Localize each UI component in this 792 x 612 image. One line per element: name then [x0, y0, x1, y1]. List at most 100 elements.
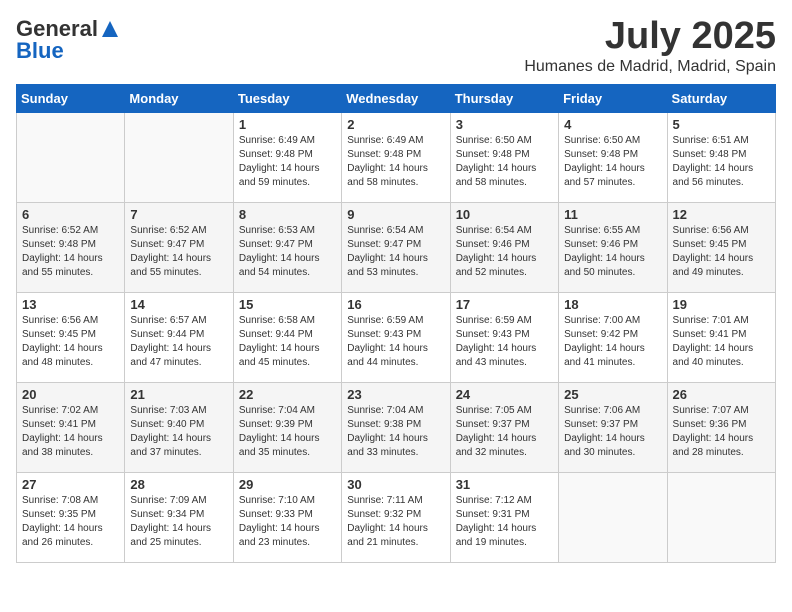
weekday-header-row: SundayMondayTuesdayWednesdayThursdayFrid… [17, 84, 776, 112]
day-number: 4 [564, 117, 661, 132]
day-number: 29 [239, 477, 336, 492]
day-info: Sunrise: 6:54 AMSunset: 9:47 PMDaylight:… [347, 225, 428, 278]
calendar-cell: 10 Sunrise: 6:54 AMSunset: 9:46 PMDaylig… [450, 202, 558, 292]
calendar-cell: 13 Sunrise: 6:56 AMSunset: 9:45 PMDaylig… [17, 292, 125, 382]
day-info: Sunrise: 7:04 AMSunset: 9:39 PMDaylight:… [239, 405, 320, 458]
logo-blue-text: Blue [16, 38, 64, 64]
day-info: Sunrise: 7:11 AMSunset: 9:32 PMDaylight:… [347, 495, 428, 548]
weekday-header: Thursday [450, 84, 558, 112]
day-info: Sunrise: 6:59 AMSunset: 9:43 PMDaylight:… [456, 315, 537, 368]
calendar-cell: 29 Sunrise: 7:10 AMSunset: 9:33 PMDaylig… [233, 472, 341, 562]
calendar-cell: 25 Sunrise: 7:06 AMSunset: 9:37 PMDaylig… [559, 382, 667, 472]
day-info: Sunrise: 7:03 AMSunset: 9:40 PMDaylight:… [130, 405, 211, 458]
day-info: Sunrise: 6:49 AMSunset: 9:48 PMDaylight:… [239, 135, 320, 188]
weekday-header: Sunday [17, 84, 125, 112]
weekday-header: Wednesday [342, 84, 450, 112]
calendar-cell: 24 Sunrise: 7:05 AMSunset: 9:37 PMDaylig… [450, 382, 558, 472]
day-number: 5 [673, 117, 770, 132]
day-info: Sunrise: 6:53 AMSunset: 9:47 PMDaylight:… [239, 225, 320, 278]
day-info: Sunrise: 7:04 AMSunset: 9:38 PMDaylight:… [347, 405, 428, 458]
day-number: 15 [239, 297, 336, 312]
calendar-cell: 5 Sunrise: 6:51 AMSunset: 9:48 PMDayligh… [667, 112, 775, 202]
calendar-cell: 3 Sunrise: 6:50 AMSunset: 9:48 PMDayligh… [450, 112, 558, 202]
calendar-cell: 15 Sunrise: 6:58 AMSunset: 9:44 PMDaylig… [233, 292, 341, 382]
calendar-week-row: 20 Sunrise: 7:02 AMSunset: 9:41 PMDaylig… [17, 382, 776, 472]
day-number: 6 [22, 207, 119, 222]
month-title: July 2025 [524, 16, 776, 58]
calendar-cell: 26 Sunrise: 7:07 AMSunset: 9:36 PMDaylig… [667, 382, 775, 472]
calendar-table: SundayMondayTuesdayWednesdayThursdayFrid… [16, 84, 776, 563]
calendar-cell: 11 Sunrise: 6:55 AMSunset: 9:46 PMDaylig… [559, 202, 667, 292]
day-number: 8 [239, 207, 336, 222]
day-info: Sunrise: 7:10 AMSunset: 9:33 PMDaylight:… [239, 495, 320, 548]
day-number: 11 [564, 207, 661, 222]
calendar-cell: 1 Sunrise: 6:49 AMSunset: 9:48 PMDayligh… [233, 112, 341, 202]
day-number: 7 [130, 207, 227, 222]
logo: General Blue [16, 16, 120, 64]
day-number: 31 [456, 477, 553, 492]
day-info: Sunrise: 6:55 AMSunset: 9:46 PMDaylight:… [564, 225, 645, 278]
calendar-cell: 23 Sunrise: 7:04 AMSunset: 9:38 PMDaylig… [342, 382, 450, 472]
location-title: Humanes de Madrid, Madrid, Spain [524, 58, 776, 76]
calendar-cell: 8 Sunrise: 6:53 AMSunset: 9:47 PMDayligh… [233, 202, 341, 292]
day-number: 12 [673, 207, 770, 222]
calendar-cell: 4 Sunrise: 6:50 AMSunset: 9:48 PMDayligh… [559, 112, 667, 202]
calendar-cell: 17 Sunrise: 6:59 AMSunset: 9:43 PMDaylig… [450, 292, 558, 382]
calendar-cell: 12 Sunrise: 6:56 AMSunset: 9:45 PMDaylig… [667, 202, 775, 292]
calendar-cell: 19 Sunrise: 7:01 AMSunset: 9:41 PMDaylig… [667, 292, 775, 382]
day-info: Sunrise: 6:52 AMSunset: 9:48 PMDaylight:… [22, 225, 103, 278]
day-number: 9 [347, 207, 444, 222]
title-area: July 2025 Humanes de Madrid, Madrid, Spa… [524, 16, 776, 76]
day-info: Sunrise: 7:07 AMSunset: 9:36 PMDaylight:… [673, 405, 754, 458]
calendar-cell: 30 Sunrise: 7:11 AMSunset: 9:32 PMDaylig… [342, 472, 450, 562]
day-number: 17 [456, 297, 553, 312]
calendar-cell: 2 Sunrise: 6:49 AMSunset: 9:48 PMDayligh… [342, 112, 450, 202]
day-number: 26 [673, 387, 770, 402]
day-number: 1 [239, 117, 336, 132]
day-info: Sunrise: 6:58 AMSunset: 9:44 PMDaylight:… [239, 315, 320, 368]
day-info: Sunrise: 6:52 AMSunset: 9:47 PMDaylight:… [130, 225, 211, 278]
weekday-header: Saturday [667, 84, 775, 112]
calendar-cell [125, 112, 233, 202]
day-number: 10 [456, 207, 553, 222]
day-number: 22 [239, 387, 336, 402]
day-info: Sunrise: 7:02 AMSunset: 9:41 PMDaylight:… [22, 405, 103, 458]
day-info: Sunrise: 6:59 AMSunset: 9:43 PMDaylight:… [347, 315, 428, 368]
day-info: Sunrise: 6:50 AMSunset: 9:48 PMDaylight:… [456, 135, 537, 188]
day-number: 27 [22, 477, 119, 492]
day-info: Sunrise: 6:57 AMSunset: 9:44 PMDaylight:… [130, 315, 211, 368]
day-number: 3 [456, 117, 553, 132]
calendar-week-row: 6 Sunrise: 6:52 AMSunset: 9:48 PMDayligh… [17, 202, 776, 292]
day-number: 25 [564, 387, 661, 402]
day-number: 2 [347, 117, 444, 132]
day-info: Sunrise: 7:01 AMSunset: 9:41 PMDaylight:… [673, 315, 754, 368]
calendar-cell [559, 472, 667, 562]
day-info: Sunrise: 7:05 AMSunset: 9:37 PMDaylight:… [456, 405, 537, 458]
calendar-cell: 28 Sunrise: 7:09 AMSunset: 9:34 PMDaylig… [125, 472, 233, 562]
calendar-cell: 18 Sunrise: 7:00 AMSunset: 9:42 PMDaylig… [559, 292, 667, 382]
weekday-header: Monday [125, 84, 233, 112]
calendar-cell: 14 Sunrise: 6:57 AMSunset: 9:44 PMDaylig… [125, 292, 233, 382]
day-number: 23 [347, 387, 444, 402]
logo-icon [100, 19, 120, 39]
day-info: Sunrise: 6:50 AMSunset: 9:48 PMDaylight:… [564, 135, 645, 188]
weekday-header: Friday [559, 84, 667, 112]
day-info: Sunrise: 6:56 AMSunset: 9:45 PMDaylight:… [673, 225, 754, 278]
day-info: Sunrise: 7:08 AMSunset: 9:35 PMDaylight:… [22, 495, 103, 548]
day-number: 30 [347, 477, 444, 492]
day-number: 18 [564, 297, 661, 312]
day-info: Sunrise: 7:09 AMSunset: 9:34 PMDaylight:… [130, 495, 211, 548]
calendar-cell [667, 472, 775, 562]
day-info: Sunrise: 6:54 AMSunset: 9:46 PMDaylight:… [456, 225, 537, 278]
day-number: 16 [347, 297, 444, 312]
calendar-cell: 20 Sunrise: 7:02 AMSunset: 9:41 PMDaylig… [17, 382, 125, 472]
calendar-week-row: 13 Sunrise: 6:56 AMSunset: 9:45 PMDaylig… [17, 292, 776, 382]
calendar-cell: 21 Sunrise: 7:03 AMSunset: 9:40 PMDaylig… [125, 382, 233, 472]
page-header: General Blue July 2025 Humanes de Madrid… [16, 16, 776, 76]
day-info: Sunrise: 6:51 AMSunset: 9:48 PMDaylight:… [673, 135, 754, 188]
day-number: 14 [130, 297, 227, 312]
day-info: Sunrise: 7:06 AMSunset: 9:37 PMDaylight:… [564, 405, 645, 458]
day-number: 28 [130, 477, 227, 492]
calendar-cell: 7 Sunrise: 6:52 AMSunset: 9:47 PMDayligh… [125, 202, 233, 292]
day-number: 20 [22, 387, 119, 402]
